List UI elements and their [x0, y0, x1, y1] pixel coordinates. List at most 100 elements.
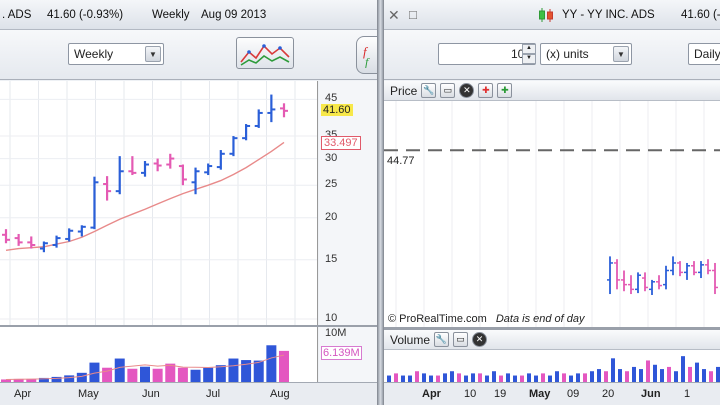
left-price-axis: 45 35 30 25 20 15 10 41.60 33.497	[319, 81, 377, 325]
price-tick-label: 25	[325, 178, 338, 191]
right-volume-bar	[492, 371, 496, 382]
right-volume-bar	[667, 366, 671, 382]
time-label: Jul	[206, 388, 221, 400]
wrench-icon[interactable]: 🔧	[434, 332, 450, 347]
right-title-symbol: YY - YY INC. ADS	[562, 8, 655, 21]
price-panel-label: Price	[390, 83, 418, 98]
time-label: Aug	[270, 388, 290, 400]
volume-bar	[253, 360, 264, 382]
chevron-down-icon: ▼	[145, 46, 161, 62]
close-circle-icon[interactable]: ✕	[459, 83, 475, 98]
current-price-tag: 41.60	[321, 103, 353, 116]
right-volume-bar	[632, 366, 636, 382]
right-volume-bar	[646, 360, 650, 382]
timeframe-select[interactable]: Weekly ▼	[68, 43, 164, 65]
left-volume-svg	[1, 345, 289, 382]
units-select[interactable]: (x) units ▼	[540, 43, 632, 65]
right-volume-bar	[639, 369, 643, 382]
right-volume-bar	[450, 371, 454, 382]
right-volume-bar	[611, 358, 615, 382]
timeframe-select-value: Weekly	[74, 47, 114, 61]
stepper-up-icon[interactable]: ▲	[522, 44, 536, 54]
left-chart-window: . ADS 41.60 (-0.93%) Weekly Aug 09 2013 …	[0, 0, 378, 405]
volume-bar	[114, 358, 125, 382]
left-time-axis: Apr May Jun Jul Aug	[0, 382, 377, 405]
right-time-label: 19	[494, 388, 507, 400]
right-time-label: 20	[602, 388, 615, 400]
left-title-period: Weekly	[152, 8, 190, 21]
svg-text:f: f	[365, 55, 370, 68]
time-label: Jun	[142, 388, 160, 400]
candlestick-icon	[538, 7, 558, 26]
close-circle-icon[interactable]: ✕	[472, 332, 488, 347]
volume-axis-top: 10M	[325, 327, 347, 339]
right-time-label: May	[529, 388, 551, 400]
left-title-bar[interactable]: . ADS 41.60 (-0.93%) Weekly Aug 09 2013	[0, 0, 377, 30]
price-tick-label: 20	[325, 210, 338, 223]
right-price-panel[interactable]: Price 🔧 ▭ ✕ ✚ ✚ 44.77 © ProRealTime.com …	[384, 81, 720, 327]
right-price-svg	[384, 101, 720, 327]
right-volume-bar	[562, 373, 566, 382]
volume-bar	[203, 367, 214, 382]
volume-bar	[190, 369, 201, 382]
volume-bar	[64, 375, 75, 382]
right-volume-bar	[583, 373, 587, 382]
indicator-chart-icon[interactable]	[236, 37, 294, 69]
right-volume-bar	[702, 369, 706, 382]
volume-panel-label: Volume	[390, 332, 431, 347]
right-time-label: 1	[684, 388, 691, 400]
volume-bar	[266, 345, 277, 382]
volume-current-tag: 6.139M	[321, 346, 362, 360]
right-volume-bar	[709, 371, 713, 382]
volume-bar	[165, 363, 176, 382]
right-volume-bar	[674, 371, 678, 382]
right-time-label: Jun	[641, 388, 661, 400]
stepper-down-icon[interactable]: ▼	[522, 54, 536, 64]
right-volume-bar	[653, 364, 657, 382]
right-timeframe-value: Daily	[694, 47, 720, 61]
volume-bar	[228, 358, 239, 382]
right-time-label: Apr	[422, 388, 441, 400]
window-icon[interactable]: ▭	[440, 83, 456, 98]
time-label: Apr	[14, 388, 32, 400]
right-volume-bar	[660, 369, 664, 382]
right-volume-bar	[394, 373, 398, 382]
left-price-chart[interactable]	[0, 81, 318, 325]
ma-value-tag: 33.497	[321, 136, 361, 151]
right-volume-bar	[415, 371, 419, 382]
right-title-bar[interactable]: ✕ □ YY - YY INC. ADS 41.60 (-	[384, 0, 720, 30]
add-red-icon[interactable]: ✚	[478, 83, 494, 98]
right-volume-bar	[457, 373, 461, 382]
level-line-label: 44.77	[387, 155, 415, 167]
right-volume-bar	[597, 369, 601, 382]
quantity-stepper[interactable]: ▲ ▼	[522, 44, 536, 64]
volume-bar	[140, 366, 150, 382]
watermark: © ProRealTime.com Data is end of day	[388, 313, 585, 325]
right-volume-bar	[478, 373, 482, 382]
right-volume-bar	[716, 366, 720, 382]
right-volume-bar	[527, 373, 531, 382]
right-time-label: 10	[464, 388, 477, 400]
close-icon[interactable]: ✕	[388, 7, 400, 24]
right-title-price: 41.60 (-	[681, 8, 720, 21]
volume-bar	[127, 368, 138, 382]
right-volume-bar	[681, 356, 685, 382]
right-volume-bar	[443, 373, 447, 382]
volume-panel-header: Volume 🔧 ▭ ✕	[384, 330, 720, 350]
right-timeframe-select[interactable]: Daily	[688, 43, 720, 65]
right-volume-bar	[604, 371, 608, 382]
wrench-icon[interactable]: 🔧	[421, 83, 437, 98]
add-green-icon[interactable]: ✚	[497, 83, 513, 98]
function-icon[interactable]: f f	[356, 36, 377, 74]
window-icon[interactable]: ▭	[453, 332, 469, 347]
left-volume-chart[interactable]	[0, 327, 318, 382]
minimize-icon[interactable]: □	[409, 7, 417, 22]
right-volume-bar	[422, 373, 426, 382]
right-volume-bar	[618, 369, 622, 382]
right-chart-window: ✕ □ YY - YY INC. ADS 41.60 (- 100 ▲ ▼ (x…	[383, 0, 720, 405]
right-volume-bar	[576, 373, 580, 382]
left-title-price: 41.60 (-0.93%)	[47, 8, 124, 21]
volume-bar	[76, 372, 87, 382]
watermark-note: Data is end of day	[495, 313, 585, 325]
right-volume-panel[interactable]: Volume 🔧 ▭ ✕	[384, 330, 720, 382]
